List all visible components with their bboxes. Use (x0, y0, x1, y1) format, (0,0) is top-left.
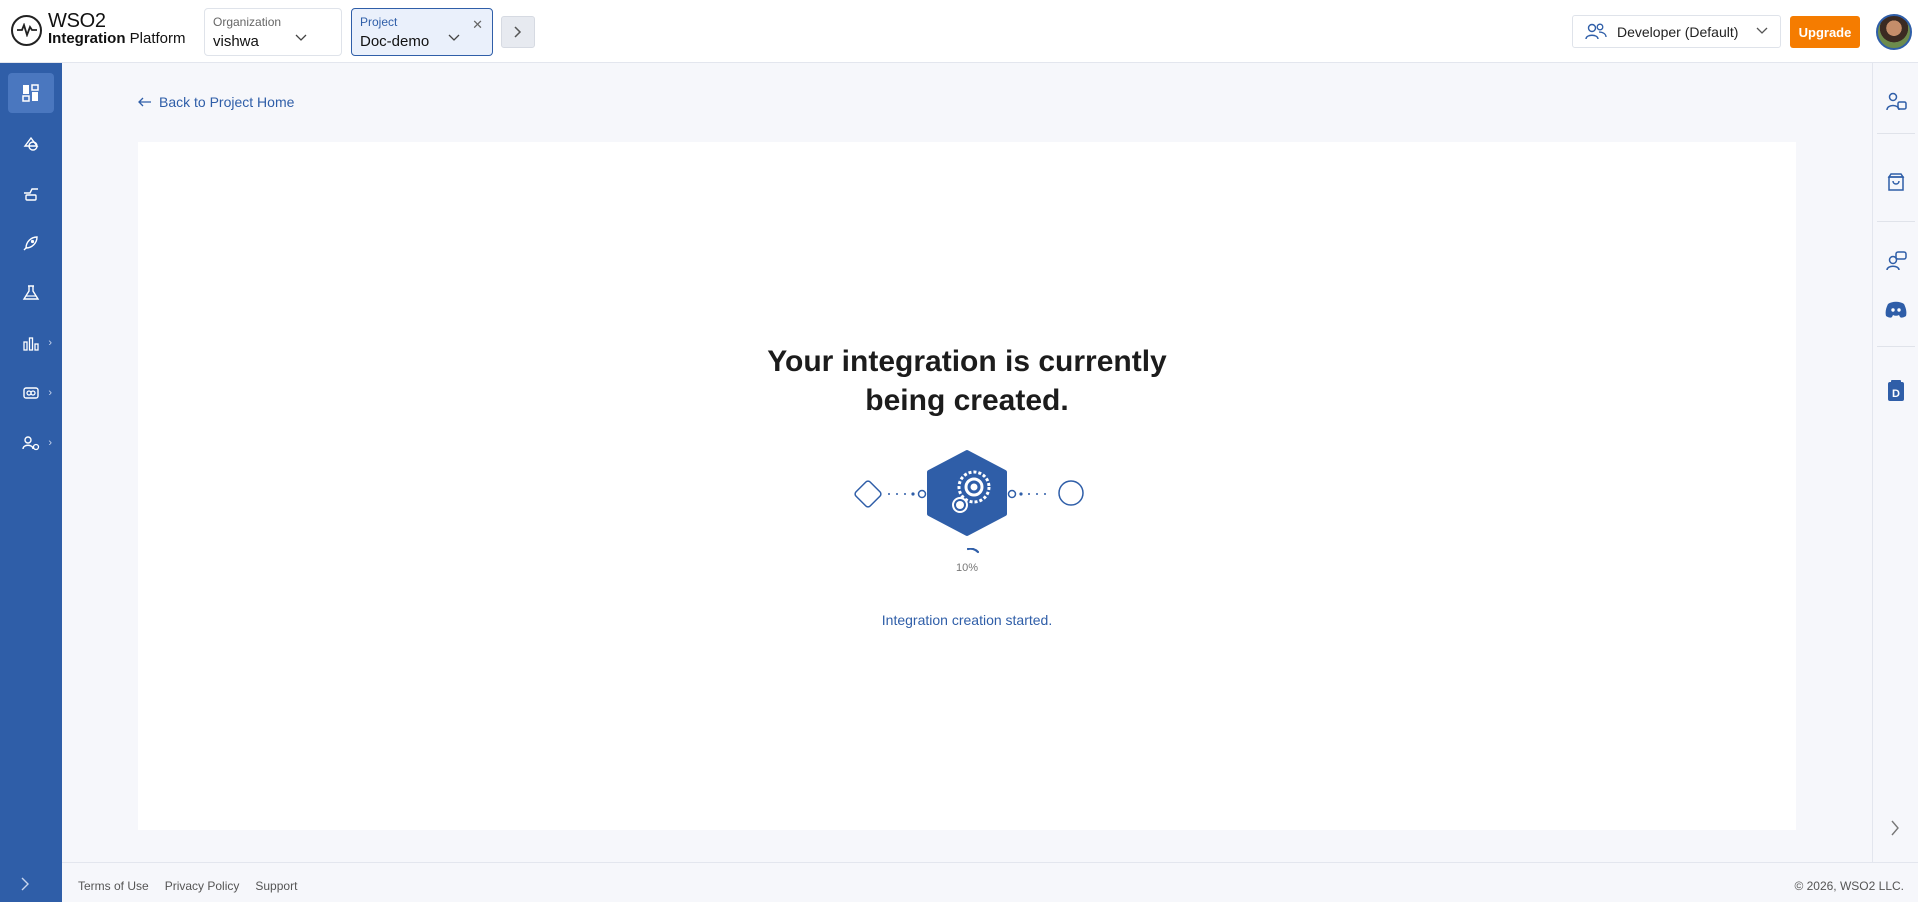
logo-subtitle: Integration Platform (48, 30, 186, 47)
chevron-down-icon (1756, 24, 1768, 38)
project-label: Project (360, 15, 398, 29)
discord-button[interactable] (1884, 298, 1908, 322)
progress-percent: 10% (955, 562, 979, 574)
environment-selector[interactable]: Developer (Default) (1572, 15, 1781, 48)
status-message: Integration creation started. (881, 612, 1053, 628)
deploy-icon (24, 188, 38, 201)
chevron-right-icon (514, 26, 522, 38)
project-value: Doc-demo (360, 33, 430, 50)
divider (1877, 221, 1915, 222)
ai-assistant-icon (1886, 92, 1907, 111)
discord-icon (1885, 301, 1907, 318)
back-link-label: Back to Project Home (159, 94, 295, 110)
progress-spinner (967, 548, 979, 554)
project-selector[interactable]: Project Doc-demo ✕ (351, 8, 493, 56)
left-sidebar: › › › (0, 63, 62, 902)
overview-icon (22, 84, 39, 102)
terms-link[interactable]: Terms of Use (78, 879, 149, 893)
insights-icon (23, 387, 39, 399)
support-chat-button[interactable] (1884, 249, 1908, 273)
right-rail: D (1872, 63, 1918, 862)
ai-assistant-button[interactable] (1884, 90, 1908, 114)
circle-node-icon (1058, 480, 1084, 506)
environment-label: Developer (Default) (1617, 23, 1739, 40)
sidebar-item-develop[interactable] (8, 123, 54, 163)
page-title: Your integration is currently being crea… (767, 345, 1167, 417)
chevron-down-icon (448, 31, 460, 45)
privacy-link[interactable]: Privacy Policy (165, 879, 240, 893)
develop-icon (23, 136, 39, 151)
chevron-right-icon: › (48, 337, 52, 349)
integration-creation-animation (854, 450, 1084, 536)
diamond-node-icon (854, 480, 882, 508)
chevron-right-icon (1891, 820, 1899, 836)
sidebar-item-test[interactable] (8, 273, 54, 313)
right-rail-expand-button[interactable] (1890, 820, 1900, 839)
organization-label: Organization (213, 15, 282, 29)
support-chat-icon (1886, 251, 1907, 271)
sidebar-item-rocket[interactable] (8, 223, 54, 263)
docs-icon: D (1888, 380, 1904, 401)
svg-text:D: D (1892, 388, 1900, 400)
divider (1877, 346, 1915, 347)
logo-title: WSO2 (48, 10, 106, 32)
pulse-logo-icon (11, 14, 42, 46)
sidebar-item-deploy[interactable] (8, 173, 54, 213)
footer: Terms of Use Privacy Policy Support © 20… (62, 862, 1918, 902)
organization-selector[interactable]: Organization vishwa (204, 8, 342, 56)
observability-chart-icon (23, 337, 39, 351)
upgrade-button[interactable]: Upgrade (1790, 16, 1860, 48)
admin-settings-icon (22, 436, 40, 451)
sidebar-item-insights[interactable]: › (8, 373, 54, 413)
avatar[interactable] (1876, 14, 1912, 50)
organization-value: vishwa (213, 33, 259, 50)
top-bar: WSO2 Integration Platform Organization v… (0, 0, 1918, 63)
chevron-right-icon: › (48, 387, 52, 399)
wso2-logo[interactable]: WSO2 Integration Platform (11, 10, 186, 47)
rocket-icon (23, 236, 38, 251)
test-flask-icon (22, 285, 40, 300)
chevron-down-icon (295, 31, 307, 45)
chevron-right-icon: › (48, 437, 52, 449)
sidebar-item-overview[interactable] (8, 73, 54, 113)
divider (1877, 133, 1915, 134)
docs-button[interactable]: D (1884, 379, 1908, 403)
support-link[interactable]: Support (255, 879, 297, 893)
sidebar-item-observability[interactable]: › (8, 323, 54, 363)
back-to-project-link[interactable]: Back to Project Home (138, 94, 294, 110)
next-level-button[interactable] (501, 16, 535, 48)
marketplace-icon (1887, 173, 1905, 191)
sidebar-expand-button[interactable] (20, 877, 30, 894)
chevron-right-icon (21, 877, 29, 891)
developer-users-icon (1585, 23, 1607, 39)
marketplace-button[interactable] (1884, 170, 1908, 194)
copyright: © 2026, WSO2 LLC. (1794, 879, 1904, 893)
sidebar-item-admin[interactable]: › (8, 423, 54, 463)
close-icon[interactable]: ✕ (472, 17, 483, 33)
creation-progress-card: Your integration is currently being crea… (138, 142, 1796, 830)
arrow-left-icon (138, 97, 151, 107)
